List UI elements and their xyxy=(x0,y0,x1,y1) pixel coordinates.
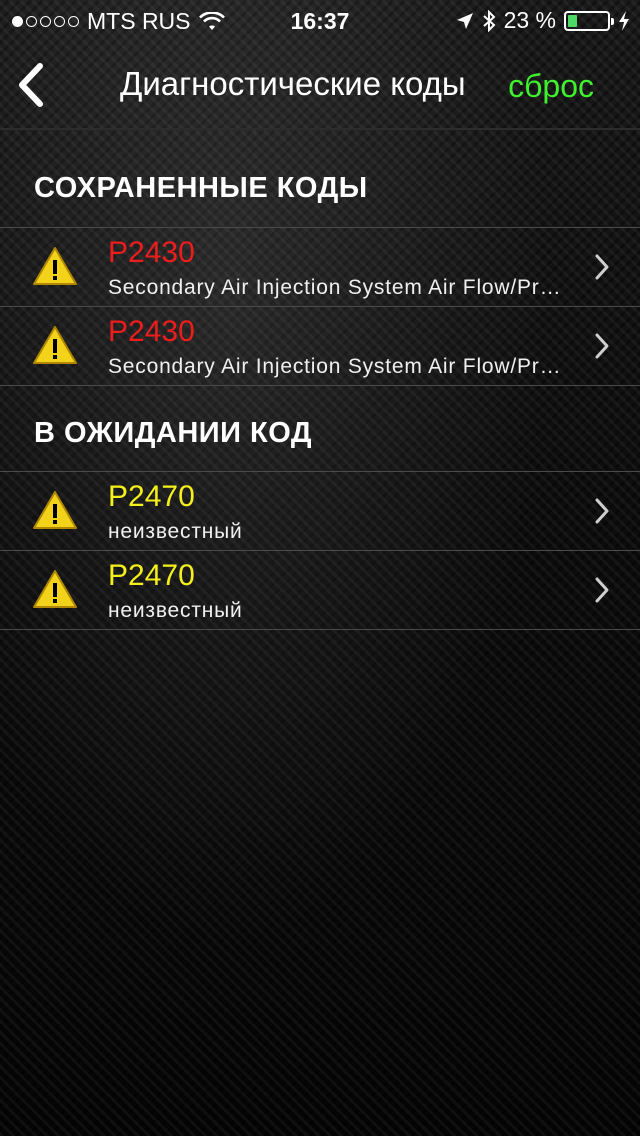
warning-icon xyxy=(33,491,77,529)
stored-codes-list: P2430 Secondary Air Injection System Air… xyxy=(0,227,640,386)
code-number: P2470 xyxy=(108,559,195,592)
navigation-bar: Диагностические коды сброс xyxy=(0,40,640,130)
status-right: 23 % xyxy=(456,7,630,34)
pending-code-row[interactable]: P2470 неизвестный xyxy=(0,551,640,630)
code-number: P2430 xyxy=(108,315,195,348)
location-arrow-icon xyxy=(456,12,473,29)
battery-icon xyxy=(564,10,614,31)
back-button[interactable] xyxy=(14,62,50,108)
code-description: неизвестный xyxy=(108,599,243,622)
code-number: P2470 xyxy=(108,480,195,513)
chevron-right-icon xyxy=(595,254,609,280)
stored-code-row[interactable]: P2430 Secondary Air Injection System Air… xyxy=(0,227,640,307)
pending-codes-list: P2470 неизвестный P2470 неизвестный xyxy=(0,471,640,630)
status-bar: MTS RUS 16:37 23 % xyxy=(0,0,640,40)
code-description: Secondary Air Injection System Air Flow/… xyxy=(108,355,568,378)
pending-code-row[interactable]: P2470 неизвестный xyxy=(0,471,640,551)
battery-level xyxy=(568,14,577,27)
reset-button[interactable]: сброс xyxy=(508,68,594,105)
stored-code-row[interactable]: P2430 Secondary Air Injection System Air… xyxy=(0,307,640,386)
bluetooth-icon xyxy=(482,9,496,32)
warning-icon xyxy=(33,570,77,608)
stored-codes-header: СОХРАНЕННЫЕ КОДЫ xyxy=(34,172,368,204)
pending-codes-header: В ОЖИДАНИИ КОД xyxy=(34,417,313,449)
charging-bolt-icon xyxy=(619,10,629,31)
battery-percent: 23 % xyxy=(503,7,556,33)
code-description: неизвестный xyxy=(108,520,243,543)
chevron-right-icon xyxy=(595,333,609,359)
page-title: Диагностические коды xyxy=(120,65,466,102)
code-number: P2430 xyxy=(108,236,195,269)
warning-icon xyxy=(33,247,77,285)
chevron-right-icon xyxy=(595,577,609,603)
warning-icon xyxy=(33,326,77,364)
chevron-right-icon xyxy=(595,498,609,524)
code-description: Secondary Air Injection System Air Flow/… xyxy=(108,276,568,299)
chevron-left-icon xyxy=(19,63,43,107)
